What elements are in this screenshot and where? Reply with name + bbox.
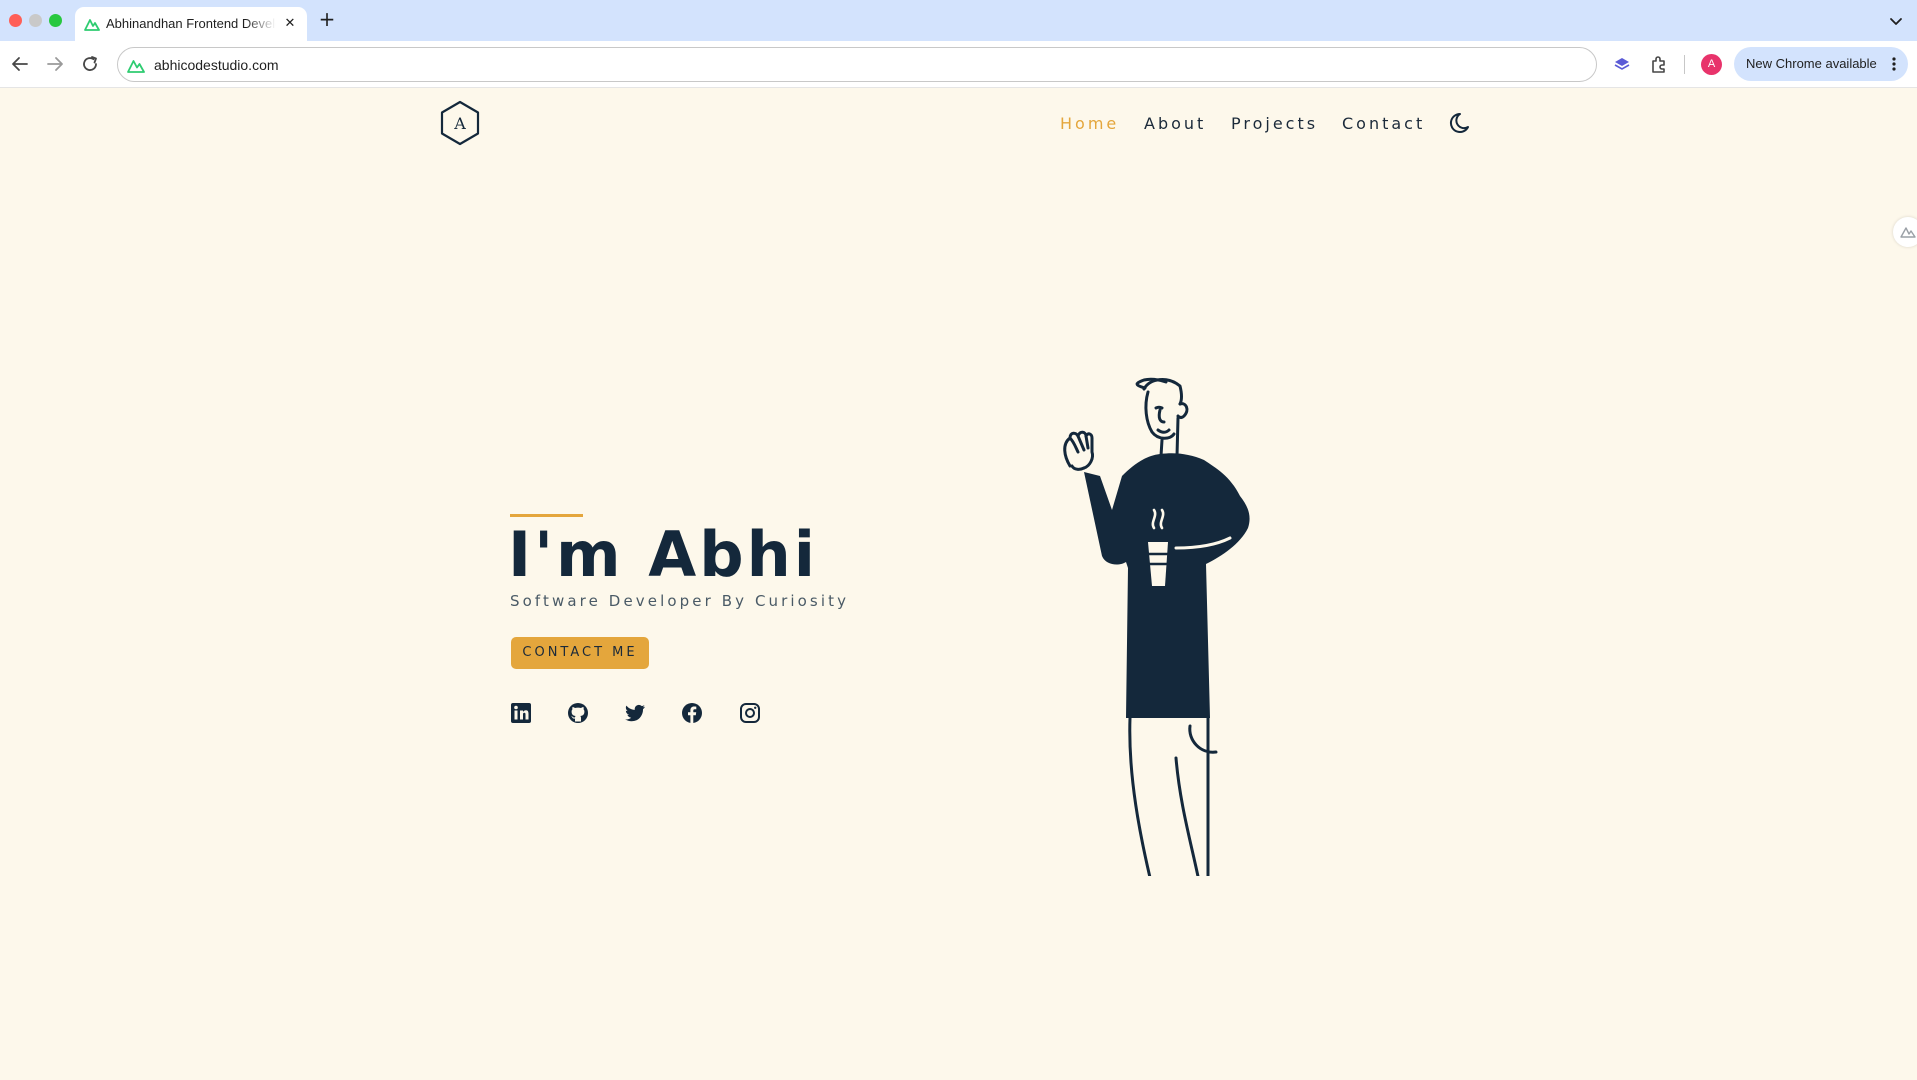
browser-toolbar: abhicodestudio.com A New Chrome availabl… <box>0 41 1917 88</box>
reload-icon[interactable] <box>78 52 102 76</box>
kebab-menu-icon <box>1892 57 1896 71</box>
instagram-icon[interactable] <box>739 702 761 724</box>
tab-strip: Abhinandhan Frontend Developer ✕ + <box>0 0 1917 41</box>
tab-close-icon[interactable]: ✕ <box>282 16 298 32</box>
twitter-icon[interactable] <box>624 702 646 724</box>
title-accent-line <box>510 514 583 517</box>
back-icon[interactable] <box>8 52 32 76</box>
site-favicon-icon <box>84 19 100 31</box>
new-tab-button[interactable]: + <box>316 8 338 30</box>
extensions-puzzle-icon[interactable] <box>1648 53 1670 75</box>
hero-subtitle: Software Developer By Curiosity <box>510 592 850 610</box>
extension-layers-icon[interactable] <box>1611 53 1633 75</box>
update-label: New Chrome available <box>1746 56 1877 71</box>
nav-about[interactable]: About <box>1144 114 1206 133</box>
moon-icon[interactable] <box>1448 110 1474 136</box>
toolbar-separator <box>1684 55 1685 74</box>
logo-letter: A <box>453 114 466 133</box>
hero-title: I'm Abhi <box>508 518 818 591</box>
chrome-update-button[interactable]: New Chrome available <box>1734 47 1908 81</box>
minimize-window-button[interactable] <box>29 14 42 27</box>
nav-home[interactable]: Home <box>1060 114 1119 133</box>
maximize-window-button[interactable] <box>49 14 62 27</box>
developer-illustration <box>1063 377 1250 876</box>
browser-tab[interactable]: Abhinandhan Frontend Developer ✕ <box>75 7 307 41</box>
url-text[interactable]: abhicodestudio.com <box>154 57 279 73</box>
address-bar[interactable]: abhicodestudio.com <box>117 47 1597 82</box>
tab-search-icon[interactable] <box>1884 10 1908 32</box>
site-logo[interactable]: A <box>439 100 481 146</box>
contact-me-button[interactable]: CONTACT ME <box>511 637 649 669</box>
page-viewport: A Home About Projects Contact I'm Abhi S… <box>0 88 1917 1080</box>
nav-projects[interactable]: Projects <box>1231 114 1318 133</box>
site-info-icon[interactable] <box>127 57 145 73</box>
github-icon[interactable] <box>567 702 589 724</box>
tab-title: Abhinandhan Frontend Developer <box>106 16 276 31</box>
side-widget-handle[interactable] <box>1893 217 1917 247</box>
forward-icon[interactable] <box>43 52 67 76</box>
facebook-icon[interactable] <box>681 702 703 724</box>
close-window-button[interactable] <box>9 14 22 27</box>
profile-avatar[interactable]: A <box>1701 54 1722 75</box>
nav-contact[interactable]: Contact <box>1342 114 1425 133</box>
side-widget-icon <box>1900 227 1916 238</box>
linkedin-icon[interactable] <box>510 702 532 724</box>
